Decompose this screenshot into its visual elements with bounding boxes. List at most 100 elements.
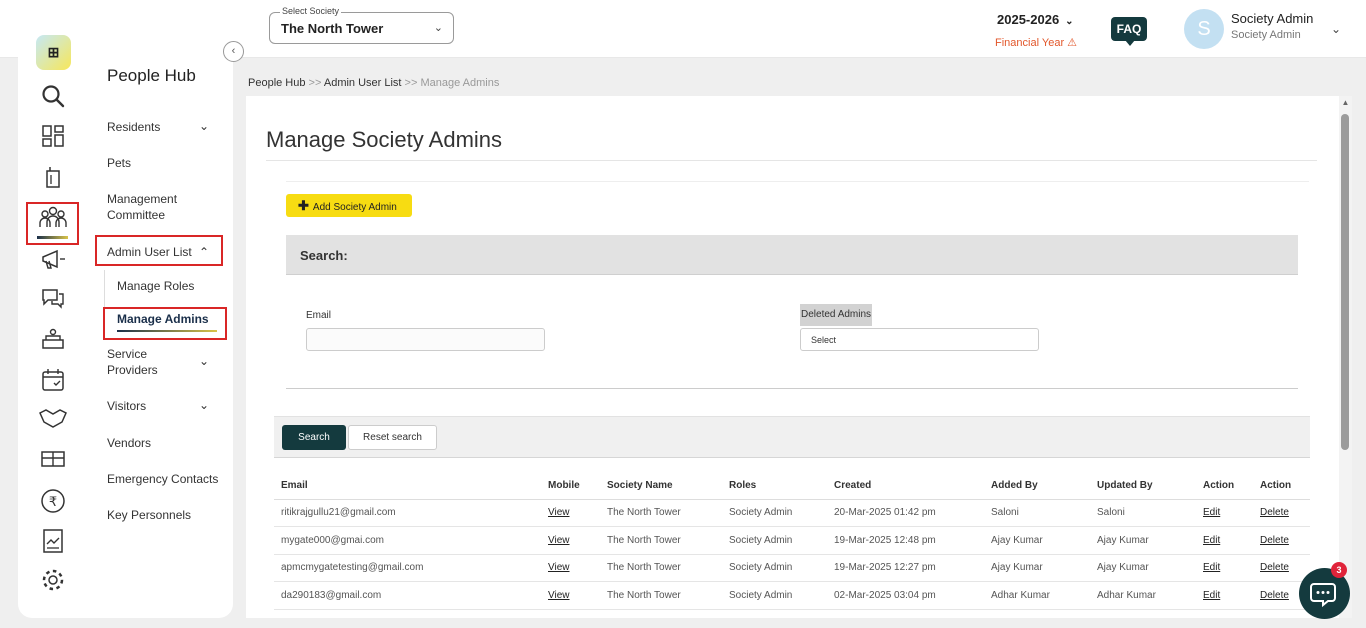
- column-header: Roles: [722, 472, 827, 500]
- view-mobile-link[interactable]: View: [541, 499, 600, 527]
- settings-icon[interactable]: [37, 567, 69, 599]
- email-field[interactable]: [306, 328, 545, 351]
- table-row: da290183@gmail.com View The North Tower …: [274, 581, 1310, 610]
- people-icon[interactable]: [37, 205, 69, 237]
- deleted-admins-select[interactable]: Select: [800, 328, 1039, 351]
- sidebar-item-management-committee[interactable]: Management Committee: [107, 191, 177, 223]
- edit-link[interactable]: Edit: [1196, 554, 1253, 582]
- chevron-down-icon: ⌄: [1065, 16, 1074, 27]
- column-header: Mobile: [541, 472, 600, 500]
- menu-label-line2: Committee: [107, 208, 166, 222]
- sidebar-item-emergency-contacts[interactable]: Emergency Contacts: [107, 471, 218, 487]
- svg-text:₹: ₹: [49, 495, 57, 510]
- calendar-icon[interactable]: [37, 367, 69, 399]
- reset-search-button[interactable]: Reset search: [348, 425, 437, 450]
- add-society-admin-label: Add Society Admin: [312, 202, 397, 213]
- sidebar-item-visitors[interactable]: Visitors: [107, 398, 146, 414]
- breadcrumb-current: Manage Admins: [420, 77, 500, 89]
- divider: [286, 388, 1298, 389]
- society-cell: The North Tower: [600, 526, 722, 555]
- user-name[interactable]: Society Admin: [1231, 11, 1313, 26]
- sidebar-item-vendors[interactable]: Vendors: [107, 435, 151, 451]
- society-select-label: Select Society: [280, 6, 342, 16]
- dashboard-icon[interactable]: [37, 124, 69, 156]
- delete-link[interactable]: Delete: [1253, 526, 1310, 555]
- column-header: Updated By: [1090, 472, 1196, 500]
- building-icon[interactable]: [37, 165, 69, 197]
- created-cell: 19-Mar-2025 12:27 pm: [827, 554, 984, 582]
- email-cell: ritikrajgullu21@gmail.com: [274, 499, 541, 527]
- amenities-icon[interactable]: [37, 327, 69, 359]
- edit-link[interactable]: Edit: [1196, 526, 1253, 555]
- divider: [266, 160, 1317, 161]
- breadcrumb-admin-user-list[interactable]: Admin User List: [324, 77, 402, 89]
- breadcrumb: People Hub >> Admin User List >> Manage …: [248, 77, 499, 89]
- email-cell: da290183@gmail.com: [274, 581, 541, 610]
- scrollbar-thumb[interactable]: [1341, 114, 1349, 450]
- updated-by-cell: Saloni: [1090, 499, 1196, 527]
- warning-icon: ⚠: [1067, 37, 1078, 49]
- sidebar-item-manage-roles[interactable]: Manage Roles: [117, 278, 194, 294]
- updated-by-cell: Ajay Kumar: [1090, 526, 1196, 555]
- year-selector[interactable]: 2025-2026 ⌄: [997, 12, 1074, 27]
- view-mobile-link[interactable]: View: [541, 554, 600, 582]
- app-logo-icon[interactable]: ⊞: [36, 35, 71, 70]
- delete-link[interactable]: Delete: [1253, 499, 1310, 527]
- active-indicator: [117, 330, 217, 332]
- view-mobile-link[interactable]: View: [541, 581, 600, 610]
- column-header: Action: [1253, 472, 1310, 500]
- breadcrumb-people-hub[interactable]: People Hub: [248, 77, 306, 89]
- rupee-icon[interactable]: ₹: [37, 488, 69, 520]
- search-button[interactable]: Search: [282, 425, 346, 450]
- handshake-icon[interactable]: [37, 406, 69, 438]
- chevron-down-icon: ⌄: [433, 22, 443, 34]
- collapse-sidebar-button[interactable]: ‹: [223, 41, 244, 62]
- view-mobile-link[interactable]: View: [541, 526, 600, 555]
- added-by-cell: Ajay Kumar: [984, 554, 1090, 582]
- sidebar-item-service-providers[interactable]: Service Providers: [107, 346, 158, 378]
- society-cell: The North Tower: [600, 581, 722, 610]
- faq-button[interactable]: FAQ: [1111, 17, 1147, 46]
- added-by-cell: Adhar Kumar: [984, 581, 1090, 610]
- chat-icon[interactable]: [37, 286, 69, 318]
- sidebar-item-key-personnels[interactable]: Key Personnels: [107, 507, 191, 523]
- gift-icon[interactable]: [37, 447, 69, 479]
- added-by-cell: Ajay Kumar: [984, 526, 1090, 555]
- society-cell: The North Tower: [600, 499, 722, 527]
- sidebar-title: People Hub: [107, 66, 196, 85]
- menu-label-line2: Providers: [107, 363, 158, 377]
- chevron-down-icon[interactable]: ⌄: [1331, 22, 1341, 36]
- sidebar-item-admin-user-list[interactable]: Admin User List: [107, 244, 192, 260]
- notification-badge: 3: [1331, 562, 1347, 578]
- active-indicator: [37, 236, 68, 239]
- plus-icon: ✚: [298, 198, 309, 213]
- report-icon[interactable]: [37, 528, 69, 560]
- chevron-down-icon[interactable]: ⌄: [199, 354, 209, 368]
- chevron-down-icon[interactable]: ⌄: [199, 119, 209, 133]
- user-role: Society Admin: [1231, 29, 1301, 41]
- scrollbar[interactable]: ▲: [1339, 96, 1352, 618]
- column-header: Added By: [984, 472, 1090, 500]
- created-cell: 20-Mar-2025 01:42 pm: [827, 499, 984, 527]
- menu-label-line1: Service: [107, 347, 148, 361]
- deleted-admins-label: Deleted Admins: [800, 304, 873, 326]
- search-icon[interactable]: [37, 83, 69, 115]
- table-header-row: Email Mobile Society Name Roles Created …: [274, 472, 1310, 500]
- scroll-up-icon[interactable]: ▲: [1339, 98, 1352, 107]
- add-society-admin-button[interactable]: ✚ Add Society Admin: [286, 194, 412, 217]
- email-cell: mygate000@gmai.com: [274, 526, 541, 555]
- edit-link[interactable]: Edit: [1196, 499, 1253, 527]
- megaphone-icon[interactable]: [37, 247, 69, 279]
- avatar[interactable]: S: [1184, 9, 1224, 49]
- society-select[interactable]: Select Society The North Tower ⌄: [269, 6, 454, 44]
- breadcrumb-separator: >>: [401, 77, 421, 89]
- edit-link[interactable]: Edit: [1196, 581, 1253, 610]
- admins-table: Email Mobile Society Name Roles Created …: [274, 472, 1310, 610]
- updated-by-cell: Ajay Kumar: [1090, 554, 1196, 582]
- sidebar-item-pets[interactable]: Pets: [107, 155, 131, 171]
- sidebar-item-manage-admins[interactable]: Manage Admins: [117, 311, 209, 327]
- sidebar-item-residents[interactable]: Residents: [107, 119, 160, 135]
- chevron-up-icon[interactable]: ⌃: [199, 245, 209, 259]
- financial-year-warning[interactable]: Financial Year ⚠: [995, 36, 1077, 49]
- chevron-down-icon[interactable]: ⌄: [199, 398, 209, 412]
